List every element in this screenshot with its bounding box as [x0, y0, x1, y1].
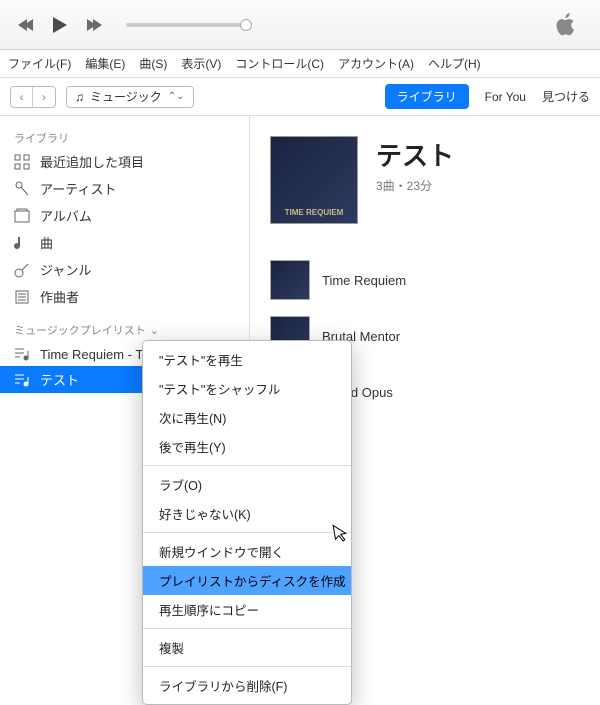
menu-song[interactable]: 曲(S): [139, 55, 167, 72]
volume-knob[interactable]: [240, 19, 252, 31]
sidebar-item-label: アーティスト: [40, 179, 116, 198]
sidebar-item-label: テスト: [40, 370, 79, 389]
media-type-label: ミュージック: [90, 88, 162, 105]
sidebar-section-library: ライブラリ: [0, 124, 249, 148]
microphone-icon: [14, 181, 30, 197]
menu-view[interactable]: 表示(V): [181, 55, 221, 72]
volume-slider[interactable]: [126, 23, 246, 27]
context-menu-separator: [143, 532, 351, 533]
guitar-icon: [14, 262, 30, 278]
nav-back-forward: ‹ ›: [10, 86, 56, 108]
sheet-music-icon: [14, 289, 30, 305]
playlist-title: テスト: [376, 136, 454, 173]
menu-account[interactable]: アカウント(A): [338, 55, 414, 72]
sidebar-item-genres[interactable]: ジャンル: [0, 256, 249, 283]
sidebar-item-artists[interactable]: アーティスト: [0, 175, 249, 202]
grid-icon: [14, 154, 30, 170]
playlist-icon: [14, 346, 30, 362]
context-menu-item[interactable]: 好きじゃない(K): [143, 499, 351, 528]
transport-controls: [12, 13, 108, 37]
context-menu-separator: [143, 666, 351, 667]
player-controls-bar: [0, 0, 600, 50]
next-button[interactable]: [84, 13, 108, 37]
menu-help[interactable]: ヘルプ(H): [428, 55, 481, 72]
context-menu-item[interactable]: ライブラリから削除(F): [143, 671, 351, 700]
chevron-down-icon: ⌄: [150, 324, 159, 337]
forward-button[interactable]: ›: [33, 87, 55, 107]
sidebar-item-composers[interactable]: 作曲者: [0, 283, 249, 310]
track-name: Time Requiem: [322, 273, 406, 288]
navigation-toolbar: ‹ › ♫ ミュージック ⌃⌄ ライブラリ For You 見つける: [0, 78, 600, 116]
play-button[interactable]: [48, 13, 72, 37]
playlist-meta: 3曲・23分: [376, 177, 454, 194]
media-type-selector[interactable]: ♫ ミュージック ⌃⌄: [66, 86, 194, 108]
sidebar-item-label: 曲: [40, 233, 53, 252]
track-row[interactable]: Time Requiem: [270, 252, 590, 308]
sidebar-item-recently-added[interactable]: 最近追加した項目: [0, 148, 249, 175]
menu-edit[interactable]: 編集(E): [85, 55, 125, 72]
tab-for-you[interactable]: For You: [485, 90, 526, 104]
playlist-header: TIME REQUIEM テスト 3曲・23分: [270, 136, 590, 224]
track-artwork: [270, 260, 310, 300]
playlist-icon: [14, 372, 30, 388]
note-icon: [14, 235, 30, 251]
context-menu-separator: [143, 465, 351, 466]
context-menu-separator: [143, 628, 351, 629]
apple-logo-icon: [552, 10, 580, 45]
previous-button[interactable]: [12, 13, 36, 37]
context-menu-item[interactable]: 次に再生(N): [143, 403, 351, 432]
context-menu-item[interactable]: 後で再生(Y): [143, 432, 351, 461]
context-menu-item[interactable]: ラブ(O): [143, 470, 351, 499]
chevron-updown-icon: ⌃⌄: [168, 91, 185, 102]
sidebar-section-playlists[interactable]: ミュージックプレイリスト ⌄: [0, 310, 249, 342]
tab-library[interactable]: ライブラリ: [385, 84, 469, 109]
context-menu-item[interactable]: プレイリストからディスクを作成: [143, 566, 351, 595]
sidebar-item-label: 作曲者: [40, 287, 79, 306]
sidebar-item-label: アルバム: [40, 206, 92, 225]
context-menu-item[interactable]: 複製: [143, 633, 351, 662]
menu-file[interactable]: ファイル(F): [8, 55, 71, 72]
menubar: ファイル(F) 編集(E) 曲(S) 表示(V) コントロール(C) アカウント…: [0, 50, 600, 78]
menu-controls[interactable]: コントロール(C): [235, 55, 324, 72]
sidebar-item-label: ジャンル: [40, 260, 91, 279]
context-menu-item[interactable]: 新規ウインドウで開く: [143, 537, 351, 566]
playlist-artwork[interactable]: TIME REQUIEM: [270, 136, 358, 224]
context-menu-item[interactable]: 再生順序にコピー: [143, 595, 351, 624]
context-menu: "テスト"を再生"テスト"をシャッフル次に再生(N)後で再生(Y) ラブ(O)好き…: [142, 340, 352, 705]
back-button[interactable]: ‹: [11, 87, 33, 107]
context-menu-item[interactable]: "テスト"をシャッフル: [143, 374, 351, 403]
tab-browse[interactable]: 見つける: [542, 88, 590, 105]
sidebar-item-label: 最近追加した項目: [40, 152, 144, 171]
album-icon: [14, 208, 30, 224]
sidebar-item-songs[interactable]: 曲: [0, 229, 249, 256]
sidebar-item-albums[interactable]: アルバム: [0, 202, 249, 229]
music-note-icon: ♫: [75, 90, 84, 104]
context-menu-item[interactable]: "テスト"を再生: [143, 345, 351, 374]
